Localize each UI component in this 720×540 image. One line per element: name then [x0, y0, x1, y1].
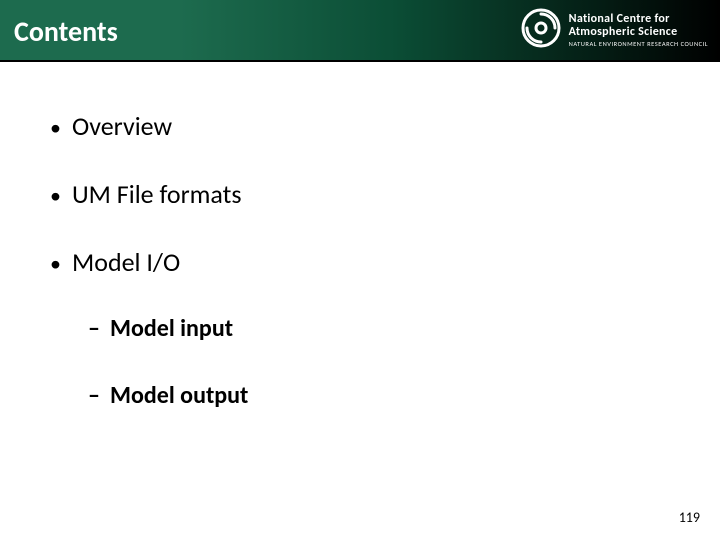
bullet-text: Model input [110, 314, 233, 343]
bullet-dot-icon: • [50, 250, 72, 277]
content-area: • Overview • UM File formats • Model I/O… [50, 110, 670, 448]
bullet-text: Model output [110, 381, 248, 410]
bullet-level1: • UM File formats [50, 178, 670, 210]
bullet-level1: • Model I/O [50, 246, 670, 278]
org-subline: NATURAL ENVIRONMENT RESEARCH COUNCIL [569, 41, 708, 48]
bullet-dot-icon: • [50, 114, 72, 141]
bullet-level2: – Model input [88, 314, 670, 343]
org-name-line2: Atmospheric Science [569, 26, 708, 39]
slide: Contents National Centre for Atmospheric… [0, 0, 720, 540]
slide-title: Contents [14, 14, 118, 49]
bullet-text: Model I/O [72, 246, 180, 278]
bullet-level1: • Overview [50, 110, 670, 142]
header-bar: Contents National Centre for Atmospheric… [0, 0, 720, 62]
org-logo-text: National Centre for Atmospheric Science … [569, 13, 708, 48]
bullet-text: UM File formats [72, 178, 242, 210]
bullet-dash-icon: – [88, 381, 110, 410]
bullet-level2: – Model output [88, 381, 670, 410]
org-name-line1: National Centre for [569, 13, 708, 26]
swirl-icon [521, 8, 561, 53]
bullet-dash-icon: – [88, 314, 110, 343]
org-logo: National Centre for Atmospheric Science … [521, 8, 708, 53]
page-number: 119 [679, 509, 700, 526]
bullet-dot-icon: • [50, 182, 72, 209]
bullet-text: Overview [72, 110, 172, 142]
